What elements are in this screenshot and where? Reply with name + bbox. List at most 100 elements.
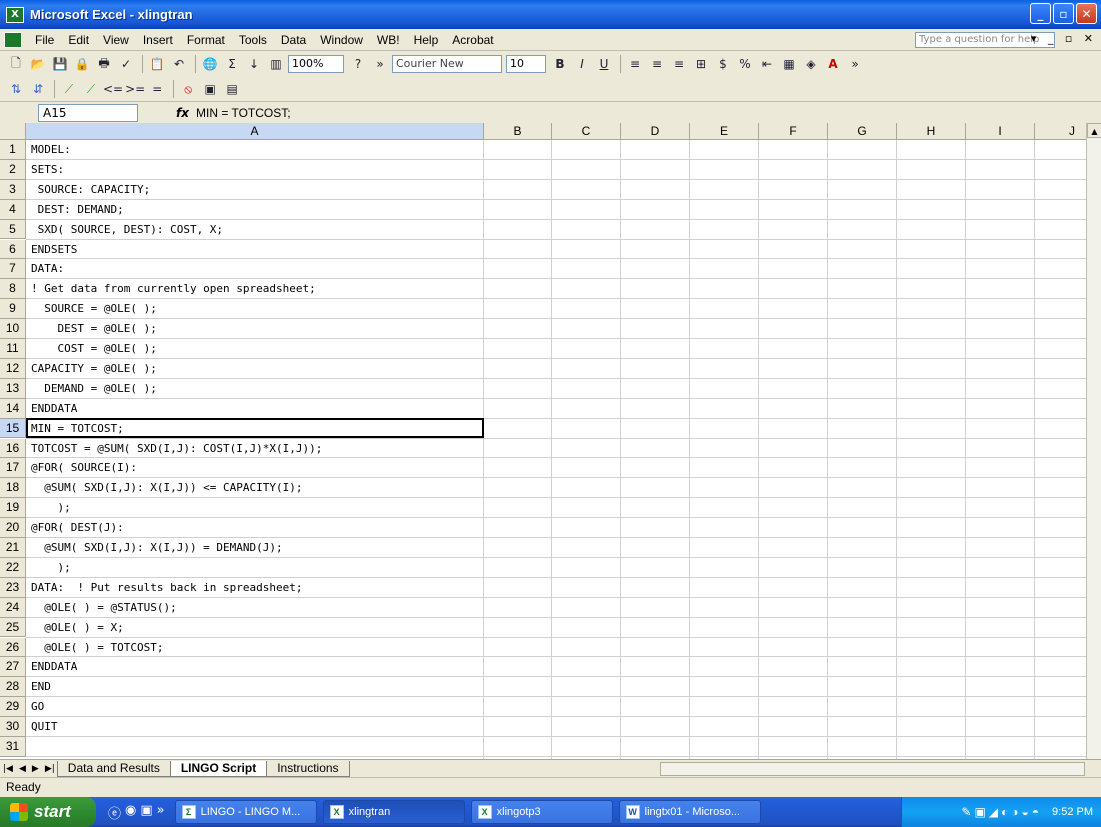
- row-header[interactable]: 21: [0, 538, 26, 558]
- row-header[interactable]: 13: [0, 378, 26, 399]
- prev-sheet-icon[interactable]: ◀: [16, 764, 29, 774]
- more-options-icon[interactable]: »: [845, 54, 865, 74]
- column-header-b[interactable]: B: [484, 123, 552, 140]
- workbook-icon[interactable]: [4, 31, 22, 48]
- column-header-c[interactable]: C: [552, 123, 621, 140]
- permission-icon[interactable]: 🔒: [72, 54, 92, 74]
- media-icon[interactable]: ◉: [125, 803, 136, 822]
- align-center-icon[interactable]: ≡: [647, 54, 667, 74]
- horizontal-scrollbar[interactable]: [660, 762, 1085, 776]
- row-header[interactable]: 7: [0, 259, 26, 280]
- underline-icon[interactable]: U: [594, 54, 614, 74]
- solve2-icon[interactable]: ⟋: [81, 79, 101, 99]
- paste-icon[interactable]: 📋: [147, 54, 167, 74]
- task-lingtx01[interactable]: Wlingtx01 - Microso...: [618, 800, 761, 824]
- column-header-e[interactable]: E: [690, 123, 759, 140]
- cell-a9[interactable]: SOURCE = @OLE( );: [31, 300, 157, 318]
- cell-a29[interactable]: GO: [31, 698, 44, 716]
- cell-a28[interactable]: END: [31, 678, 51, 696]
- row-header[interactable]: 10: [0, 319, 26, 339]
- menu-format[interactable]: Format: [180, 33, 232, 47]
- tab-instructions[interactable]: Instructions: [266, 760, 350, 777]
- formula-input[interactable]: MIN = TOTCOST;: [196, 106, 291, 120]
- cell-a19[interactable]: );: [31, 499, 70, 517]
- align-right-icon[interactable]: ≡: [669, 54, 689, 74]
- ie-icon[interactable]: ⓔ: [108, 803, 121, 822]
- row-header[interactable]: 22: [0, 557, 26, 578]
- chart-wizard-icon[interactable]: ▥: [266, 54, 286, 74]
- spreadsheet-grid[interactable]: A B C D E F G H I J 1 MODEL: 2 SETS: 3 SOURCE: CAPACIT…: [0, 123, 1086, 759]
- row-header[interactable]: 9: [0, 299, 26, 320]
- cell-a6[interactable]: ENDSETS: [31, 241, 77, 259]
- row-header[interactable]: 16: [0, 438, 26, 459]
- row-header[interactable]: 2: [0, 159, 26, 180]
- task-xlingtran[interactable]: Xxlingtran: [322, 800, 465, 824]
- menu-edit[interactable]: Edit: [61, 33, 96, 47]
- menu-wb[interactable]: WB!: [370, 33, 407, 47]
- task-xlingotp3[interactable]: Xxlingotp3: [470, 800, 613, 824]
- row-header[interactable]: 17: [0, 458, 26, 479]
- row-header[interactable]: 14: [0, 398, 26, 419]
- merge-center-icon[interactable]: ⊞: [691, 54, 711, 74]
- document-window-controls[interactable]: ▾ _ ▫ ✕: [1031, 32, 1097, 45]
- save-icon[interactable]: 💾: [50, 54, 70, 74]
- hyperlink-icon[interactable]: 🌐: [200, 54, 220, 74]
- cell-a8[interactable]: ! Get data from currently open spreadshe…: [31, 280, 316, 298]
- cell-a12[interactable]: CAPACITY = @OLE( );: [31, 360, 157, 378]
- less-equal-icon[interactable]: <=: [103, 79, 123, 99]
- row-header[interactable]: 20: [0, 518, 26, 538]
- cell-a26[interactable]: @OLE( ) = TOTCOST;: [31, 639, 163, 657]
- row-header[interactable]: 23: [0, 577, 26, 598]
- scroll-up-icon[interactable]: ▲: [1087, 123, 1101, 138]
- menu-view[interactable]: View: [96, 33, 136, 47]
- cell-a25[interactable]: @OLE( ) = X;: [31, 619, 123, 637]
- column-header-d[interactable]: D: [621, 123, 690, 140]
- column-header-a[interactable]: A: [26, 123, 484, 140]
- cell-a24[interactable]: @OLE( ) = @STATUS();: [31, 599, 176, 617]
- row-header[interactable]: 24: [0, 597, 26, 618]
- first-sheet-icon[interactable]: |◀: [0, 764, 16, 774]
- cell-a7[interactable]: DATA:: [31, 260, 64, 278]
- row-header[interactable]: 31: [0, 737, 26, 757]
- no-sign-icon[interactable]: ⦸: [178, 79, 198, 99]
- cell-a3[interactable]: SOURCE: CAPACITY;: [31, 181, 151, 199]
- cell-a17[interactable]: @FOR( SOURCE(I):: [31, 459, 137, 477]
- vertical-scrollbar[interactable]: ▲: [1086, 123, 1101, 759]
- lingo-link2-icon[interactable]: ⇵: [28, 79, 48, 99]
- cell-a13[interactable]: DEMAND = @OLE( );: [31, 380, 157, 398]
- row-header[interactable]: 6: [0, 239, 26, 260]
- font-color-icon[interactable]: A: [823, 54, 843, 74]
- row-header[interactable]: 19: [0, 498, 26, 519]
- next-sheet-icon[interactable]: ▶: [29, 764, 42, 774]
- row-header[interactable]: 15: [0, 418, 26, 439]
- column-header-f[interactable]: F: [759, 123, 828, 140]
- autosum-icon[interactable]: Σ: [222, 54, 242, 74]
- cell-a23[interactable]: DATA: ! Put results back in spreadsheet;: [31, 579, 303, 597]
- row-header[interactable]: 18: [0, 478, 26, 499]
- cell-a10[interactable]: DEST = @OLE( );: [31, 320, 156, 338]
- cell-a2[interactable]: SETS:: [31, 161, 64, 179]
- menu-help[interactable]: Help: [407, 33, 446, 47]
- row-header[interactable]: 1: [0, 140, 26, 160]
- tray-icons[interactable]: ✎▣◢◐◑◒◓: [961, 805, 1042, 819]
- row-header[interactable]: 29: [0, 697, 26, 718]
- cell-a14[interactable]: ENDDATA: [31, 400, 77, 418]
- maximize-button[interactable]: ▫: [1053, 3, 1074, 24]
- row-header[interactable]: 12: [0, 358, 26, 379]
- column-header-j[interactable]: J: [1035, 123, 1086, 140]
- solve-icon[interactable]: ⟋: [59, 79, 79, 99]
- menu-acrobat[interactable]: Acrobat: [445, 33, 500, 47]
- tab-data-and-results[interactable]: Data and Results: [56, 760, 171, 777]
- cell-a11[interactable]: COST = @OLE( );: [31, 340, 156, 358]
- print-icon[interactable]: 🖶: [94, 54, 114, 74]
- cell-a30[interactable]: QUIT: [31, 718, 58, 736]
- row-header[interactable]: 27: [0, 657, 26, 678]
- row-header[interactable]: 4: [0, 199, 26, 220]
- cell-a16[interactable]: TOTCOST = @SUM( SXD(I,J): COST(I,J)*X(I,…: [31, 440, 322, 458]
- row-header[interactable]: 3: [0, 179, 26, 200]
- column-header-i[interactable]: I: [966, 123, 1035, 140]
- borders-icon[interactable]: ▦: [779, 54, 799, 74]
- menu-data[interactable]: Data: [274, 33, 313, 47]
- row-header[interactable]: 28: [0, 677, 26, 698]
- row-header[interactable]: 30: [0, 717, 26, 737]
